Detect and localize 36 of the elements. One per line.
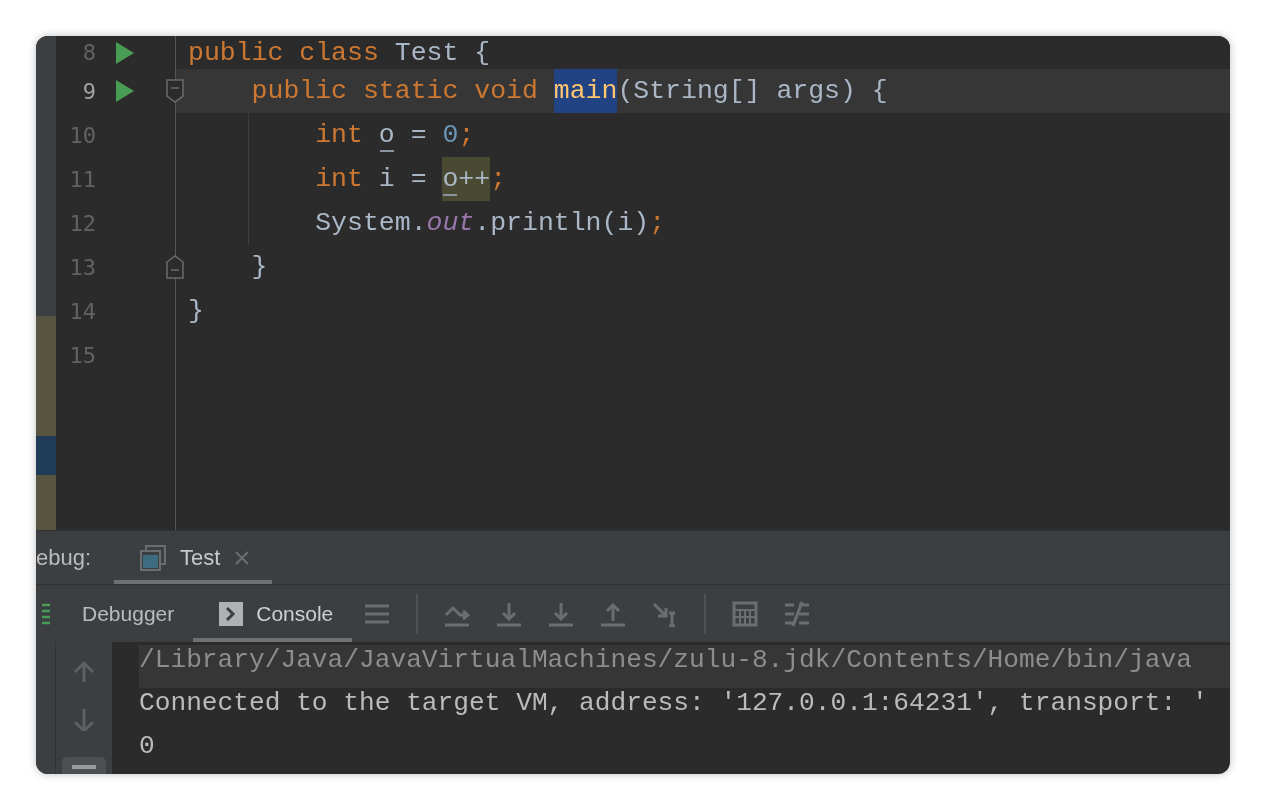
code-line: int o = 0; [314,119,475,154]
run-icon[interactable] [116,41,134,64]
line-number: 15 [68,342,97,368]
fold-icon[interactable] [166,79,184,103]
line-number: 13 [68,254,97,280]
run-icon[interactable] [116,80,134,102]
trace-icon[interactable] [784,600,811,627]
close-icon[interactable] [234,549,251,566]
line-number: 12 [68,210,97,236]
code-line: public class Test { [188,36,491,69]
panel-tab[interactable]: Debugger [56,585,194,642]
step-into-icon[interactable] [496,600,523,627]
line-number: 10 [68,122,97,148]
line-number: 11 [68,166,97,192]
code-line: System.out.println(i); [314,207,666,240]
console-line: 0 [139,731,156,763]
code-line: } [188,295,204,328]
line-number: 8 [81,40,97,65]
line-number: 9 [81,78,97,104]
code-line: public static void main(String[] args) { [188,69,888,113]
frames-icon[interactable] [42,602,50,625]
fold-icon[interactable] [166,255,184,279]
code-line: int i = o++; [188,157,507,201]
panel-marker [36,475,56,530]
console-line: Connected to the target VM, address: '127.0.0.1:64231', transport: ' [139,688,1209,720]
arrow-up-icon[interactable] [73,660,95,683]
step-out-icon[interactable] [600,600,627,627]
window-icon [140,544,166,571]
step-into-icon[interactable] [548,600,575,627]
soft-wrap-icon[interactable] [62,756,106,774]
code-line: } [250,251,268,284]
arrow-down-icon[interactable] [73,708,95,731]
line-number: 14 [68,298,97,324]
console-icon [219,601,244,626]
debug-label: ebug: [36,543,93,572]
calculator-icon[interactable] [732,600,759,627]
